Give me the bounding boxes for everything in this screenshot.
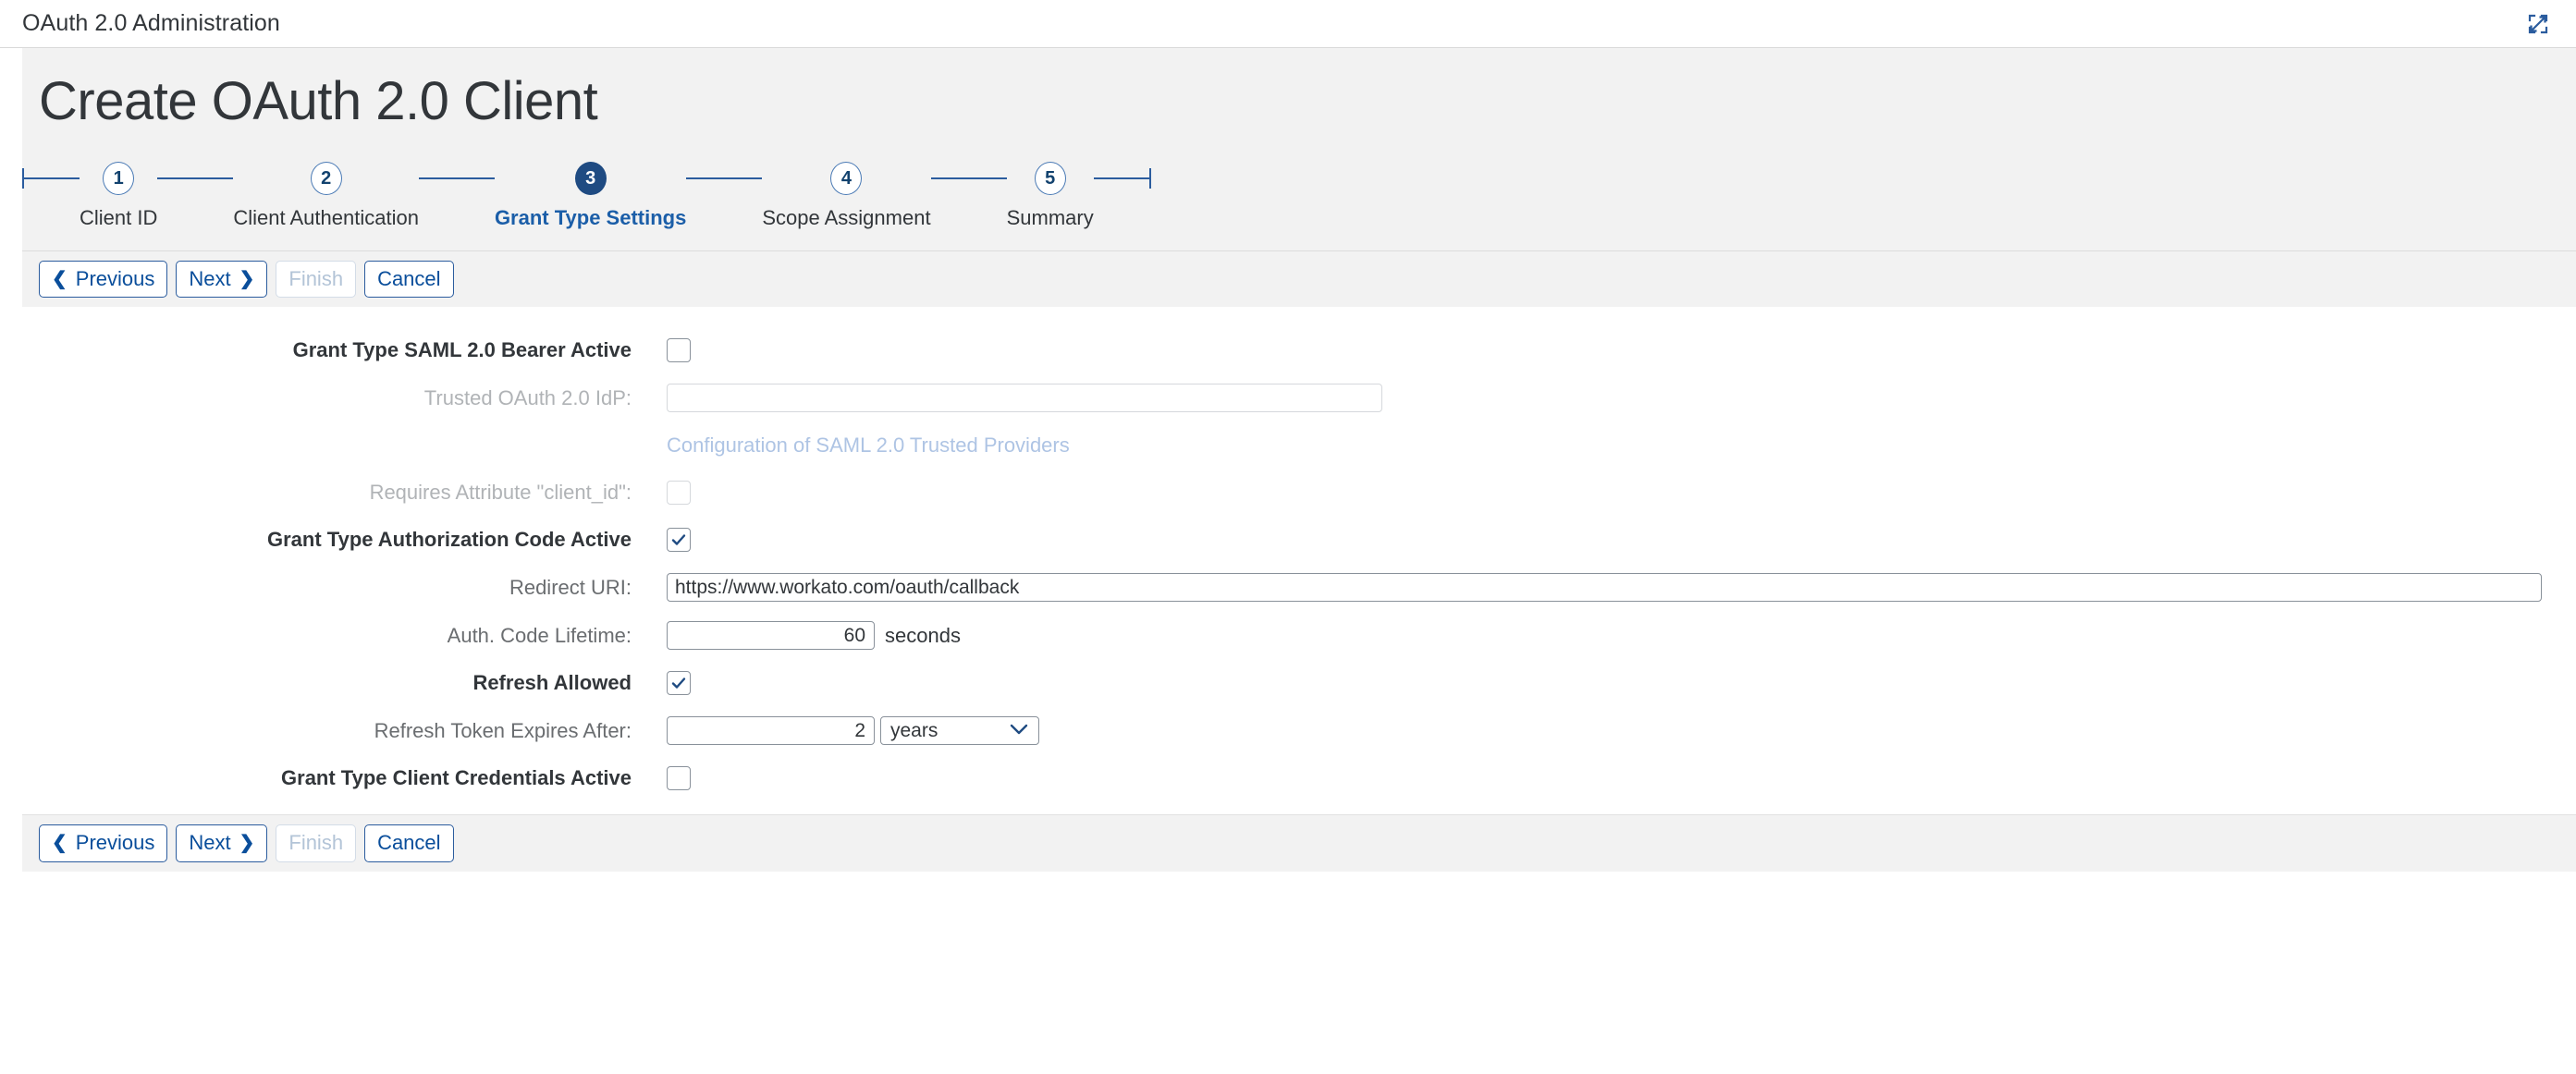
requires-client-id-attribute-checkbox: [667, 481, 691, 505]
step-label: Summary: [1007, 206, 1094, 230]
progress-end-cap: [1094, 162, 1151, 195]
auth-code-lifetime-input[interactable]: [667, 621, 875, 650]
auth-code-lifetime-label: Auth. Code Lifetime:: [22, 624, 667, 648]
refresh-token-expires-unit-value: years: [890, 720, 938, 742]
auth-code-active-checkbox[interactable]: [667, 528, 691, 552]
trusted-idp-label: Trusted OAuth 2.0 IdP:: [22, 386, 667, 410]
refresh-token-expires-unit-select[interactable]: years: [880, 716, 1039, 745]
cancel-button-bottom[interactable]: Cancel: [364, 824, 453, 862]
requires-client-id-attribute-label: Requires Attribute "client_id":: [22, 481, 667, 505]
wizard-step-scope-assignment[interactable]: 4 Scope Assignment: [762, 162, 930, 230]
wizard-step-summary[interactable]: 5 Summary: [1007, 162, 1094, 230]
grant-type-settings-form: Grant Type SAML 2.0 Bearer Active Truste…: [22, 307, 2576, 814]
finish-button: Finish: [276, 261, 356, 299]
next-button[interactable]: Next ❯: [176, 261, 267, 299]
step-label: Client ID: [80, 206, 157, 230]
trusted-idp-input: [667, 384, 1382, 412]
form-row-saml-bearer-active: Grant Type SAML 2.0 Bearer Active: [22, 336, 2576, 364]
client-credentials-active-label: Grant Type Client Credentials Active: [22, 766, 667, 790]
step-number-badge: 3: [575, 162, 607, 195]
form-row-redirect-uri: Redirect URI:: [22, 573, 2576, 602]
form-row-trusted-idp: Trusted OAuth 2.0 IdP:: [22, 384, 2576, 412]
finish-button-label: Finish: [288, 830, 343, 856]
step-label: Scope Assignment: [762, 206, 930, 230]
refresh-token-expires-input[interactable]: [667, 716, 875, 745]
step-label: Client Authentication: [233, 206, 419, 230]
form-row-refresh-allowed: Refresh Allowed: [22, 669, 2576, 697]
wizard-step-client-authentication[interactable]: 2 Client Authentication: [233, 162, 419, 230]
form-row-requires-client-id-attribute: Requires Attribute "client_id":: [22, 479, 2576, 506]
wizard-step-grant-type-settings[interactable]: 3 Grant Type Settings: [495, 162, 686, 230]
auth-code-lifetime-unit: seconds: [885, 624, 961, 648]
wizard-toolbar-top: ❮ Previous Next ❯ Finish Cancel: [22, 250, 2576, 308]
app-header: OAuth 2.0 Administration: [0, 0, 2576, 48]
saml-bearer-active-label: Grant Type SAML 2.0 Bearer Active: [22, 338, 667, 362]
form-row-auth-code-lifetime: Auth. Code Lifetime: seconds: [22, 621, 2576, 650]
next-button-label: Next: [189, 266, 230, 292]
previous-button-label: Previous: [76, 266, 155, 292]
chevron-left-icon: ❮: [52, 270, 67, 288]
expand-fullscreen-icon[interactable]: [2522, 8, 2554, 40]
step-label: Grant Type Settings: [495, 206, 686, 230]
chevron-right-icon: ❯: [239, 834, 255, 852]
previous-button-label: Previous: [76, 830, 155, 856]
wizard-header-panel: Create OAuth 2.0 Client 1 Client ID 2 Cl…: [22, 48, 2576, 250]
form-row-saml-providers-link: Configuration of SAML 2.0 Trusted Provid…: [22, 432, 2576, 459]
previous-button[interactable]: ❮ Previous: [39, 261, 167, 299]
finish-button-bottom: Finish: [276, 824, 356, 862]
redirect-uri-label: Redirect URI:: [22, 576, 667, 600]
app-title: OAuth 2.0 Administration: [22, 10, 280, 37]
form-row-auth-code-active: Grant Type Authorization Code Active: [22, 526, 2576, 554]
page-body: Create OAuth 2.0 Client 1 Client ID 2 Cl…: [0, 48, 2576, 872]
finish-button-label: Finish: [288, 266, 343, 292]
step-number-badge: 5: [1035, 162, 1066, 195]
redirect-uri-input[interactable]: [667, 573, 2542, 602]
chevron-left-icon: ❮: [52, 834, 67, 852]
refresh-allowed-checkbox[interactable]: [667, 671, 691, 695]
progress-start-cap: [22, 162, 80, 195]
step-number-badge: 1: [103, 162, 134, 195]
chevron-right-icon: ❯: [239, 270, 255, 288]
wizard-toolbar-bottom: ❮ Previous Next ❯ Finish Cancel: [22, 814, 2576, 872]
client-credentials-active-checkbox[interactable]: [667, 766, 691, 790]
chevron-down-icon: [1010, 724, 1028, 738]
step-connector: [419, 162, 495, 195]
saml-trusted-providers-link: Configuration of SAML 2.0 Trusted Provid…: [667, 433, 1070, 458]
cancel-button[interactable]: Cancel: [364, 261, 453, 299]
step-number-badge: 4: [830, 162, 862, 195]
refresh-token-expires-label: Refresh Token Expires After:: [22, 719, 667, 743]
step-number-badge: 2: [311, 162, 342, 195]
step-connector: [157, 162, 233, 195]
step-connector: [686, 162, 762, 195]
previous-button-bottom[interactable]: ❮ Previous: [39, 824, 167, 862]
saml-bearer-active-checkbox[interactable]: [667, 338, 691, 362]
checkmark-icon: [670, 675, 687, 691]
cancel-button-label: Cancel: [377, 266, 440, 292]
next-button-label: Next: [189, 830, 230, 856]
page-title: Create OAuth 2.0 Client: [22, 48, 2576, 149]
refresh-allowed-label: Refresh Allowed: [22, 671, 667, 695]
wizard-progress-indicator: 1 Client ID 2 Client Authentication 3 Gr…: [22, 149, 2576, 250]
step-connector: [931, 162, 1007, 195]
checkmark-icon: [670, 531, 687, 548]
next-button-bottom[interactable]: Next ❯: [176, 824, 267, 862]
form-row-refresh-token-expires: Refresh Token Expires After: years: [22, 716, 2576, 745]
cancel-button-label: Cancel: [377, 830, 440, 856]
auth-code-active-label: Grant Type Authorization Code Active: [22, 528, 667, 552]
wizard-step-client-id[interactable]: 1 Client ID: [80, 162, 157, 230]
form-row-client-credentials-active: Grant Type Client Credentials Active: [22, 764, 2576, 792]
